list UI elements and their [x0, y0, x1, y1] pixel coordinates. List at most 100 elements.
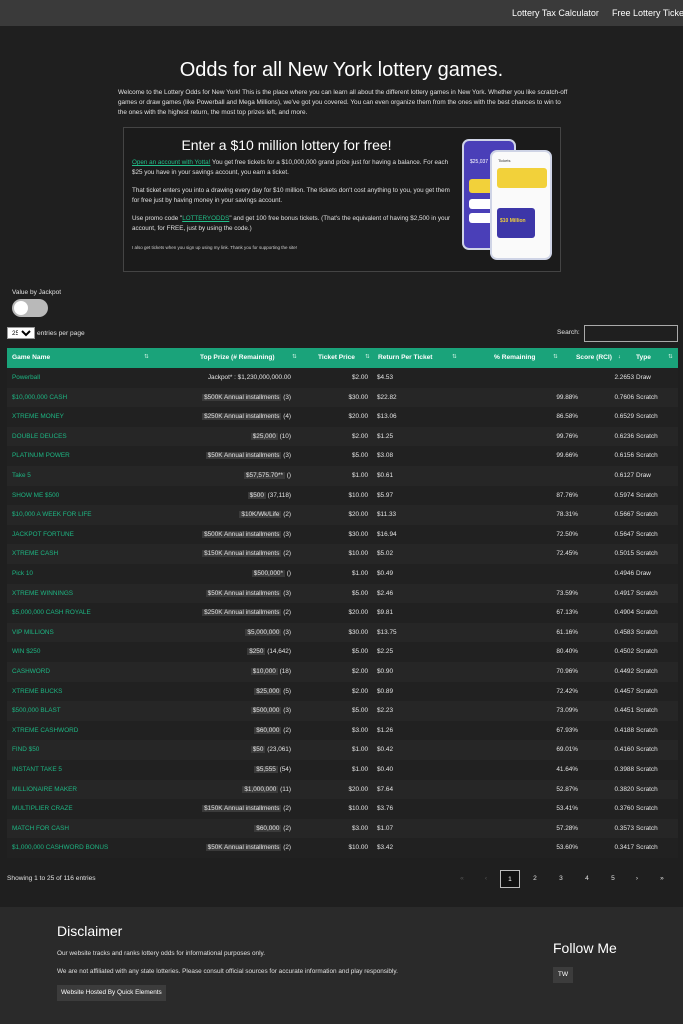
game-name-link[interactable]: MATCH FOR CASH	[12, 825, 69, 832]
col-header-top-prize[interactable]: Top Prize (# Remaining)	[200, 354, 275, 361]
col-header-percent-remaining[interactable]: % Remaining	[494, 354, 535, 361]
sort-icon: ⇅	[452, 354, 457, 360]
game-name-link[interactable]: FIND $50	[12, 746, 39, 753]
pagination-page-3[interactable]: 3	[551, 870, 571, 888]
table-row: MATCH FOR CASH $60,000 (2) $3.00 $1.07 57.28…	[7, 818, 678, 839]
score-cell: 0.4917	[614, 589, 634, 597]
game-name-link[interactable]: Take 5	[12, 472, 31, 479]
pagination-page-1[interactable]: 1	[500, 870, 520, 888]
col-header-score[interactable]: Score (RCI)	[576, 354, 612, 361]
prizes-remaining: (14,642)	[267, 648, 291, 656]
pagination-next[interactable]: ›	[627, 870, 647, 888]
pagination-page-2[interactable]: 2	[525, 870, 545, 888]
prizes-remaining: (2)	[283, 550, 291, 558]
prizes-remaining: (3)	[283, 628, 291, 636]
top-prize-cell: $1,000,000 (11)	[242, 785, 291, 793]
prizes-remaining: ()	[286, 472, 291, 479]
game-name-link[interactable]: WIN $250	[12, 648, 40, 655]
game-name-link[interactable]: $10,000,000 CASH	[12, 394, 67, 401]
game-name-link[interactable]: XTREME CASHWORD	[12, 727, 78, 734]
game-name-link[interactable]: INSTANT TAKE 5	[12, 766, 62, 773]
return-per-ticket-cell: $5.97	[377, 491, 393, 499]
pagination-first[interactable]: «	[452, 870, 472, 888]
sort-icon: ⇅	[144, 354, 149, 360]
type-cell: Scratch	[636, 844, 658, 852]
top-prize-cell: $5,000,000 (3)	[245, 628, 291, 636]
return-per-ticket-cell: $1.26	[377, 726, 393, 734]
entries-per-page-select[interactable]: 25	[7, 327, 35, 339]
game-name-link[interactable]: $10,000 A WEEK FOR LIFE	[12, 511, 92, 518]
prizes-remaining: (2)	[283, 726, 291, 734]
game-name-link[interactable]: $5,000,000 CASH ROYALE	[12, 609, 91, 616]
col-header-ticket-price[interactable]: Ticket Price	[318, 354, 355, 361]
hosted-by-button[interactable]: Website Hosted By Quick Elements	[57, 985, 166, 1001]
col-header-game-name[interactable]: Game Name	[12, 354, 50, 361]
yotta-account-link[interactable]: Open an account with Yotta!	[132, 159, 210, 166]
game-name-link[interactable]: $1,000,000 CASHWORD BONUS	[12, 844, 108, 851]
return-per-ticket-cell: $7.64	[377, 785, 393, 793]
pagination-page-4[interactable]: 4	[577, 870, 597, 888]
game-name-link[interactable]: XTREME MONEY	[12, 413, 64, 420]
top-prize-value: $500	[247, 491, 266, 499]
type-cell: Scratch	[636, 550, 658, 558]
top-prize-cell: $250K Annual installments (2)	[202, 609, 291, 617]
game-name-link[interactable]: PLATINUM POWER	[12, 452, 70, 459]
return-per-ticket-cell: $13.75	[377, 628, 397, 636]
promo-code-link[interactable]: LOTTERYODDS	[182, 215, 229, 222]
phone-balance-amount: $25,037	[470, 159, 489, 165]
game-name-link[interactable]: XTREME CASH	[12, 550, 58, 557]
game-name-link[interactable]: VIP MILLIONS	[12, 629, 54, 636]
game-name-link[interactable]: SHOW ME $500	[12, 492, 59, 499]
disclaimer-title: Disclaimer	[57, 923, 123, 939]
top-prize-value: $60,000	[254, 824, 282, 832]
pagination-page-5[interactable]: 5	[603, 870, 623, 888]
col-header-return-per-ticket[interactable]: Return Per Ticket	[378, 354, 432, 361]
game-name-link[interactable]: MULTIPLIER CRAZE	[12, 805, 73, 812]
game-name-link[interactable]: CASHWORD	[12, 668, 50, 675]
search-input[interactable]	[584, 325, 678, 342]
percent-remaining-cell: 69.01%	[556, 746, 578, 754]
score-cell: 0.4457	[614, 687, 634, 695]
game-name-link[interactable]: XTREME BUCKS	[12, 688, 62, 695]
type-cell: Scratch	[636, 668, 658, 675]
return-per-ticket-cell: $0.90	[377, 668, 393, 675]
return-per-ticket-cell: $0.49	[377, 570, 393, 577]
sort-icon: ⇅	[292, 354, 297, 360]
top-prize-cell: $10,000 (18)	[250, 668, 291, 675]
score-cell: 0.5647	[614, 530, 634, 538]
entries-per-page-label: entries per page	[37, 329, 85, 337]
game-name-link[interactable]: MILLIONAIRE MAKER	[12, 786, 77, 793]
score-cell: 0.5015	[614, 550, 634, 558]
twitter-button[interactable]: TW	[553, 967, 573, 983]
score-cell: 0.3988	[614, 766, 634, 773]
ticket-price-cell: $20.00	[348, 609, 368, 617]
promo-paragraph-3: Use promo code "LOTTERYODDS" and get 100…	[132, 215, 451, 232]
nav-lottery-tax-calculator[interactable]: Lottery Tax Calculator	[512, 8, 599, 18]
prizes-remaining: (3)	[283, 393, 291, 401]
return-per-ticket-cell: $0.42	[377, 746, 393, 754]
top-prize-cell: $500,000 (3)	[250, 707, 291, 715]
nav-free-lottery-tickets[interactable]: Free Lottery Tickets	[612, 8, 683, 18]
game-name-link[interactable]: DOUBLE DEUCES	[12, 433, 67, 440]
top-prize-value: $50K Annual installments	[205, 452, 282, 460]
top-prize-cell: $50K Annual installments (3)	[205, 452, 291, 460]
value-by-jackpot-toggle[interactable]	[12, 299, 48, 317]
game-name-link[interactable]: Pick 10	[12, 570, 33, 577]
promo-paragraph-2: That ticket enters you into a drawing ev…	[132, 187, 450, 204]
ticket-price-cell: $2.00	[352, 668, 368, 675]
game-name-link[interactable]: JACKPOT FORTUNE	[12, 531, 74, 538]
col-header-type[interactable]: Type	[636, 354, 651, 361]
return-per-ticket-cell: $0.61	[377, 472, 393, 479]
top-prize-cell: $50 (23,061)	[250, 746, 291, 754]
ticket-price-cell: $2.00	[352, 374, 368, 381]
pagination-last[interactable]: »	[652, 870, 672, 888]
score-cell: 0.4904	[614, 609, 634, 617]
ticket-price-cell: $1.00	[352, 570, 368, 577]
game-name-link[interactable]: Powerball	[12, 374, 40, 381]
pagination-previous[interactable]: ‹	[476, 870, 496, 888]
game-name-link[interactable]: XTREME WINNINGS	[12, 590, 73, 597]
type-cell: Scratch	[636, 805, 658, 813]
return-per-ticket-cell: $5.02	[377, 550, 393, 558]
type-cell: Scratch	[636, 511, 658, 519]
game-name-link[interactable]: $500,000 BLAST	[12, 707, 61, 714]
